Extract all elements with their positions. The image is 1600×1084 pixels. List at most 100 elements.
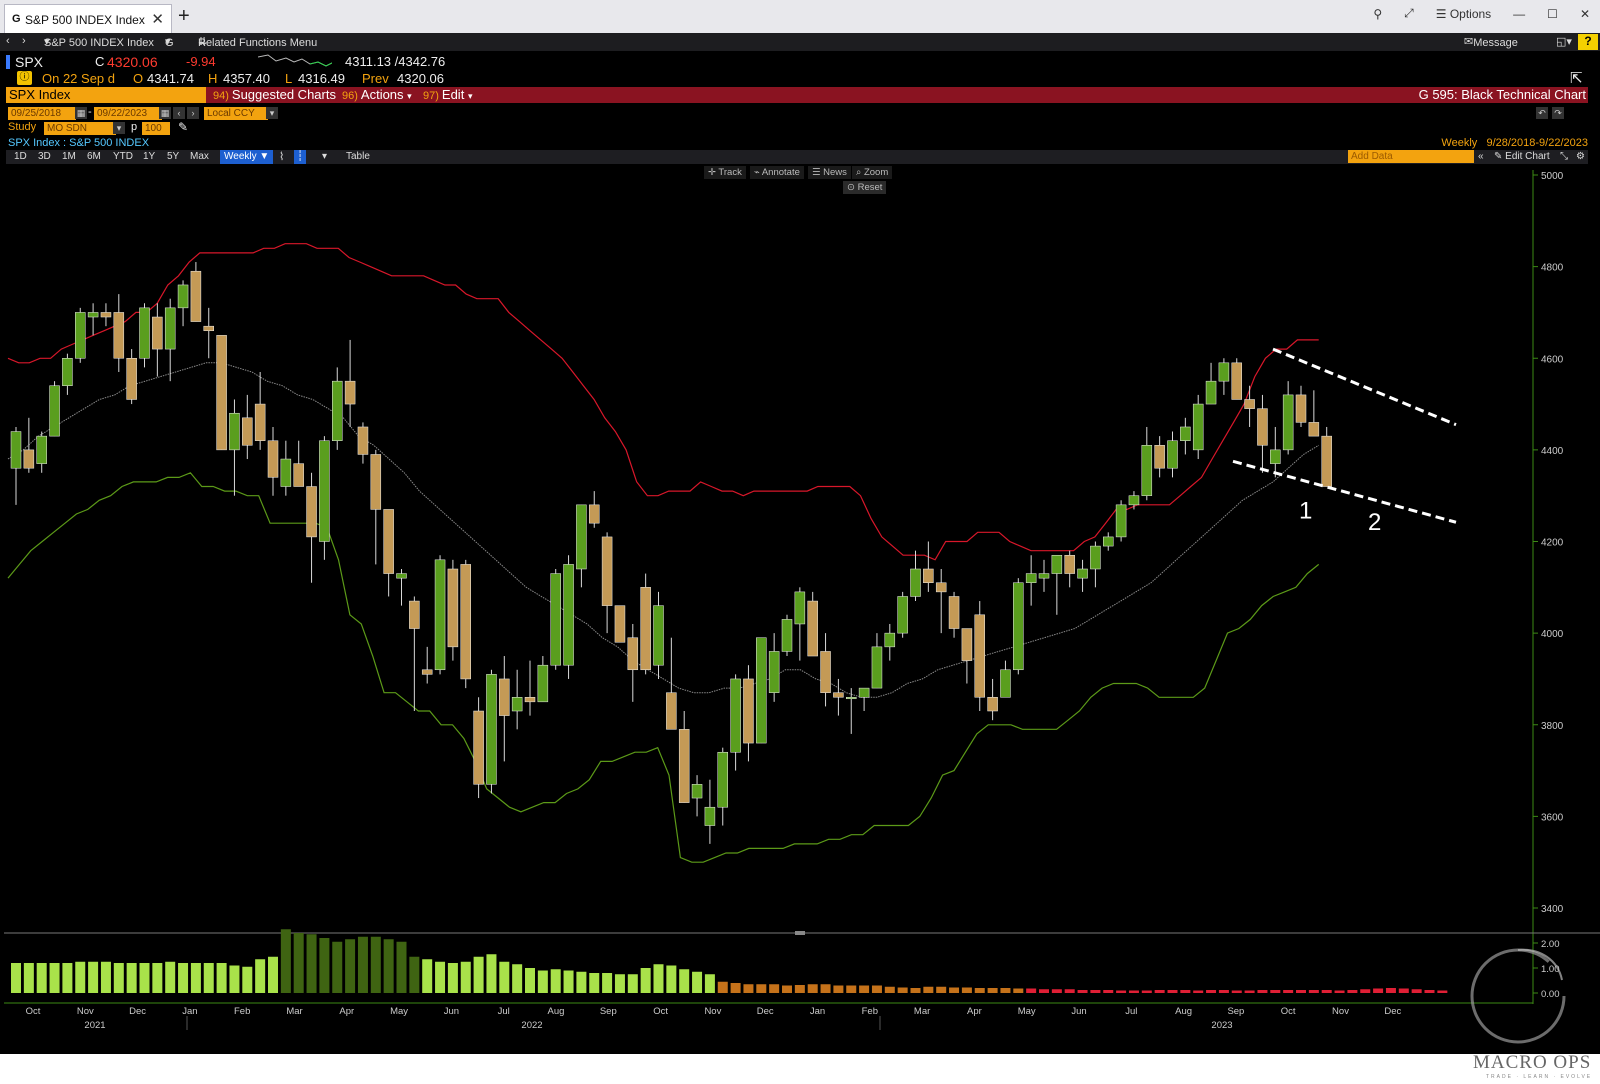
start-date-input[interactable]: 09/25/2018 <box>8 107 76 120</box>
new-tab-icon[interactable]: + <box>178 5 190 28</box>
actions-menu[interactable]: 96) Actions ▾ <box>342 87 412 103</box>
related-functions-menu[interactable]: Related Functions Menu ⇊ <box>198 35 317 49</box>
security-field[interactable]: SPX Index <box>6 87 206 103</box>
volume-bar <box>75 961 86 993</box>
period-ytd[interactable]: YTD <box>113 150 133 164</box>
actions-label: Actions <box>360 87 404 102</box>
back-icon[interactable]: ‹ <box>6 35 10 47</box>
period-1d[interactable]: 1D <box>14 150 27 164</box>
end-date-input[interactable]: 09/22/2023 <box>94 107 162 120</box>
layout-icon[interactable]: ◱▾ <box>1556 35 1572 48</box>
x-axis-month-label: Sep <box>1227 1006 1244 1017</box>
next-period-icon[interactable]: › <box>187 107 199 119</box>
x-axis-month-label: Jul <box>498 1006 510 1017</box>
edit-label: Edit <box>441 87 465 102</box>
candle-chart-icon[interactable]: ┆ <box>294 150 307 164</box>
navigation-bar: ‹ › S&P 500 INDEX Index ▾ G ▾ Related Fu… <box>0 33 1600 51</box>
chevron-down-icon[interactable]: ▾ <box>113 122 125 134</box>
suggested-charts-button[interactable]: 94) Suggested Charts <box>213 87 336 103</box>
chevron-down-icon[interactable]: ▾ <box>322 150 327 164</box>
frequency-label: Weekly <box>1441 137 1478 149</box>
volume-bar <box>550 969 561 993</box>
security-selector[interactable]: S&P 500 INDEX Index ▾ <box>44 35 154 49</box>
collapse-icon[interactable]: « <box>1478 150 1484 164</box>
maximize-icon[interactable]: ☐ <box>1547 7 1558 21</box>
info-icon[interactable]: ⓘ <box>17 71 32 85</box>
candle-up <box>781 619 793 652</box>
period-3d[interactable]: 3D <box>38 150 51 164</box>
browser-tab[interactable]: G S&P 500 INDEX Index ✕ <box>4 4 172 33</box>
period-1m[interactable]: 1M <box>62 150 76 164</box>
edit-num: 97) <box>423 90 439 102</box>
close-window-icon[interactable]: ✕ <box>1580 7 1590 21</box>
news-tool[interactable]: ☰ News <box>808 166 851 179</box>
user-icon[interactable]: ⚲ <box>1373 7 1382 21</box>
x-axis-month-label: Mar <box>914 1006 930 1017</box>
add-data-input[interactable]: Add Data <box>1348 150 1474 163</box>
candle-down <box>383 509 394 574</box>
edit-menu[interactable]: 97) Edit ▾ <box>423 87 472 103</box>
gear-icon[interactable]: ⚙ <box>1576 150 1585 164</box>
candle-up <box>1115 504 1127 538</box>
period-6m[interactable]: 6M <box>87 150 101 164</box>
resize-icon[interactable]: ⤡ <box>1560 150 1568 164</box>
period-max[interactable]: Max <box>190 150 209 164</box>
line-chart-icon[interactable]: ⌇ <box>279 150 284 164</box>
options-menu[interactable]: ☰ Options <box>1436 7 1491 21</box>
candle-down <box>499 678 510 716</box>
close-tab-icon[interactable]: ✕ <box>151 10 164 28</box>
table-button[interactable]: Table <box>346 150 370 164</box>
prev-period-icon[interactable]: ‹ <box>173 107 185 119</box>
pencil-icon[interactable]: ✎ <box>178 120 188 134</box>
chevron-down-icon[interactable]: ▾ <box>266 107 278 119</box>
volume-bar <box>1231 990 1242 993</box>
track-tool[interactable]: ✛ Track <box>704 166 746 179</box>
ticker: SPX <box>15 54 44 70</box>
volume-bar <box>1000 988 1011 993</box>
redo-icon[interactable]: ↷ <box>1552 107 1564 119</box>
volume-bar <box>679 969 690 993</box>
zoom-tool[interactable]: ⌕ Zoom <box>852 166 893 179</box>
candle-up <box>1051 554 1063 574</box>
volume-bar <box>602 973 613 993</box>
candle-up <box>1013 582 1024 671</box>
study-select[interactable]: MO SDN <box>44 122 116 135</box>
calendar-icon[interactable]: ▦ <box>75 107 87 119</box>
candle-down <box>1231 362 1242 400</box>
volume-bar <box>614 974 625 993</box>
x-axis-month-label: Jan <box>182 1006 197 1017</box>
candle-down <box>447 568 459 648</box>
related-functions-label: Related Functions Menu <box>198 37 318 49</box>
undo-icon[interactable]: ↶ <box>1536 107 1548 119</box>
candle-down <box>1257 408 1268 446</box>
currency-select[interactable]: Local CCY <box>204 107 268 120</box>
candle-up <box>1218 362 1230 382</box>
candle-down <box>1321 435 1332 487</box>
candle-down <box>126 358 137 400</box>
p-input[interactable]: 100 <box>142 122 170 135</box>
frequency-button[interactable]: Weekly ▼ <box>220 150 274 164</box>
volume-bar <box>1347 990 1358 993</box>
message-button[interactable]: ✉ Message <box>1464 35 1518 49</box>
expand-icon[interactable]: ⤢ <box>1404 6 1414 21</box>
annotate-tool[interactable]: ⌁ Annotate <box>750 166 804 179</box>
period-5y[interactable]: 5Y <box>167 150 179 164</box>
export-icon[interactable]: ⇱ <box>1570 69 1583 87</box>
volume-bar <box>1141 990 1152 993</box>
date-separator: - <box>88 106 92 118</box>
price-chart[interactable]: 3400360038004000420044004600480050000.00… <box>0 165 1600 1054</box>
x-axis-month-label: Apr <box>339 1006 354 1017</box>
forward-icon[interactable]: › <box>22 35 26 47</box>
minimize-icon[interactable]: — <box>1513 7 1525 21</box>
suggested-charts-label: Suggested Charts <box>231 87 336 102</box>
volume-bar <box>268 956 278 993</box>
period-1y[interactable]: 1Y <box>143 150 155 164</box>
edit-chart-button[interactable]: ✎ Edit Chart <box>1494 150 1550 164</box>
help-button[interactable]: ? <box>1578 34 1598 50</box>
volume-bar <box>563 970 574 993</box>
calendar-icon[interactable]: ▦ <box>159 107 171 119</box>
sparkline <box>258 54 332 67</box>
logo-subtext: TRADE · LEARN · EVOLVE <box>1486 1074 1593 1080</box>
g-menu[interactable]: G ▾ <box>165 35 174 49</box>
volume-bar <box>871 985 882 993</box>
